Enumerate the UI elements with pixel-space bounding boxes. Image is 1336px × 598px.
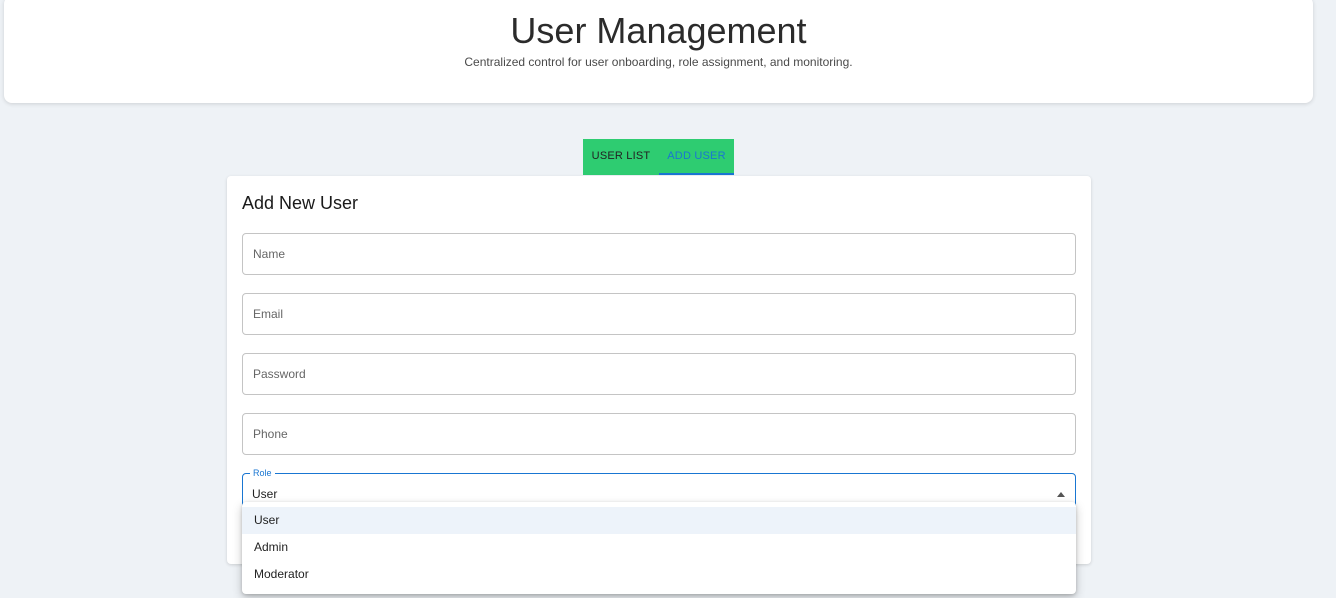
caret-up-icon [1057, 492, 1065, 497]
role-value: User [252, 487, 278, 501]
phone-field [242, 413, 1076, 455]
role-dropdown-menu: User Admin Moderator [242, 502, 1076, 594]
page-title: User Management [510, 10, 807, 51]
form-title: Add New User [242, 193, 359, 213]
tab-bar: USER LIST ADD USER [583, 139, 734, 175]
page-subtitle: Centralized control for user onboarding,… [464, 55, 853, 69]
role-option-moderator[interactable]: Moderator [242, 561, 1076, 588]
password-input[interactable] [243, 354, 1075, 394]
email-input[interactable] [243, 294, 1075, 334]
header-card: User Management Centralized control for … [4, 0, 1313, 103]
tab-add-user[interactable]: ADD USER [659, 139, 734, 175]
role-option-admin[interactable]: Admin [242, 534, 1076, 561]
role-label: Role [250, 467, 275, 479]
tab-user-list[interactable]: USER LIST [583, 139, 659, 175]
password-field [242, 353, 1076, 395]
page: User Management Centralized control for … [0, 0, 1336, 598]
name-input[interactable] [243, 234, 1075, 274]
email-field [242, 293, 1076, 335]
role-option-user[interactable]: User [242, 507, 1076, 534]
name-field [242, 233, 1076, 275]
phone-input[interactable] [243, 414, 1075, 454]
